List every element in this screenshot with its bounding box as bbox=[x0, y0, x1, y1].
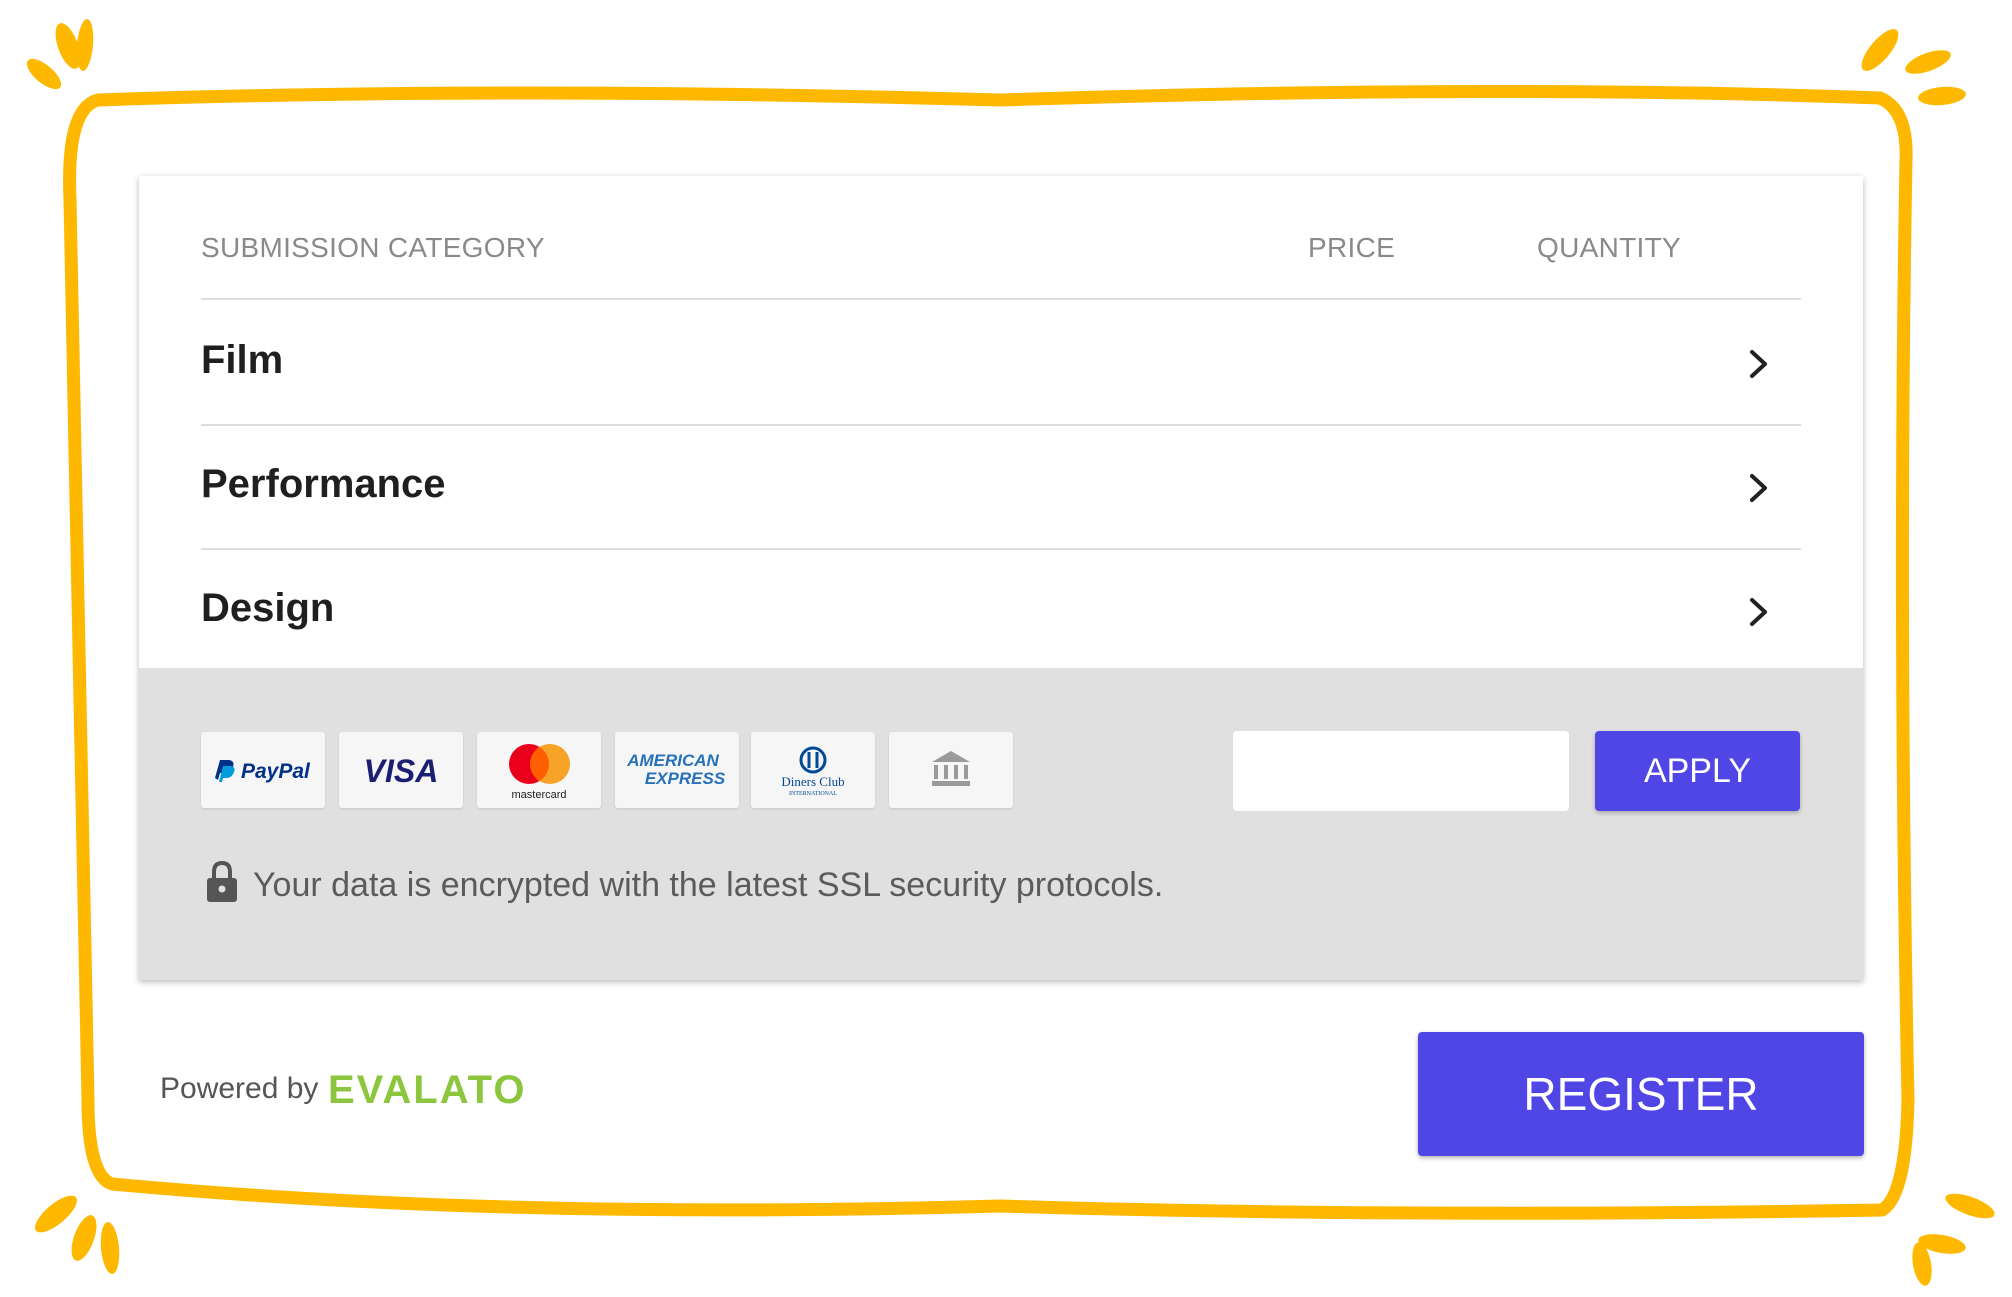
svg-text:Diners Club: Diners Club bbox=[781, 774, 844, 789]
security-notice-text: Your data is encrypted with the latest S… bbox=[253, 866, 1164, 904]
category-label: Design bbox=[201, 586, 335, 630]
svg-text:PayPal: PayPal bbox=[241, 760, 311, 783]
spark-bl-3 bbox=[100, 1222, 120, 1274]
column-header-quantity: QUANTITY bbox=[1537, 232, 1681, 263]
paypal-logo: PayPal bbox=[201, 732, 325, 808]
spark-tr-1 bbox=[1861, 29, 1899, 71]
column-header-category: SUBMISSION CATEGORY bbox=[201, 232, 545, 263]
spark-tr-2 bbox=[1905, 50, 1951, 74]
svg-text:EXPRESS: EXPRESS bbox=[645, 769, 726, 788]
chevron-right-icon bbox=[1750, 350, 1767, 378]
evalato-logo[interactable]: EVALATO bbox=[328, 1068, 526, 1113]
spark-tr-3 bbox=[1918, 86, 1966, 106]
apply-coupon-button[interactable]: APPLY bbox=[1595, 731, 1800, 811]
bank-icon bbox=[932, 751, 970, 786]
powered-by-text: Powered by bbox=[160, 1072, 319, 1105]
category-label: Film bbox=[201, 338, 284, 382]
diners-club-logo: Diners Club INTERNATIONAL bbox=[751, 732, 875, 808]
spark-bl-2 bbox=[71, 1215, 97, 1261]
svg-text:AMERICAN: AMERICAN bbox=[626, 751, 719, 770]
lock-icon bbox=[207, 860, 237, 902]
chevron-right-icon bbox=[1750, 598, 1767, 626]
svg-text:mastercard: mastercard bbox=[511, 789, 566, 801]
chevron-right-icon bbox=[1750, 474, 1767, 502]
visa-logo: VISA bbox=[339, 732, 463, 808]
category-row-performance[interactable]: Performance bbox=[201, 424, 1801, 550]
column-header-price: PRICE bbox=[1308, 232, 1396, 263]
spark-tl-1 bbox=[26, 58, 62, 90]
category-row-film[interactable]: Film bbox=[201, 300, 1801, 426]
mastercard-logo: mastercard bbox=[477, 732, 601, 808]
category-row-design[interactable]: Design bbox=[201, 548, 1801, 672]
svg-text:INTERNATIONAL: INTERNATIONAL bbox=[789, 791, 837, 797]
spark-bl-1 bbox=[35, 1195, 77, 1233]
bank-transfer-logo bbox=[889, 732, 1013, 808]
amex-logo: AMERICAN EXPRESS bbox=[615, 732, 739, 808]
coupon-code-input[interactable] bbox=[1233, 731, 1569, 811]
spark-br-1 bbox=[1945, 1193, 1995, 1219]
table-header: SUBMISSION CATEGORY PRICE QUANTITY bbox=[201, 176, 1801, 300]
svg-text:VISA: VISA bbox=[364, 753, 439, 789]
category-label: Performance bbox=[201, 462, 446, 506]
checkout-card: SUBMISSION CATEGORY PRICE QUANTITY Film … bbox=[139, 176, 1863, 980]
register-button[interactable]: REGISTER bbox=[1418, 1032, 1864, 1156]
payment-panel: PayPal VISA mastercard AMERICAN EXPRESS bbox=[139, 668, 1863, 980]
